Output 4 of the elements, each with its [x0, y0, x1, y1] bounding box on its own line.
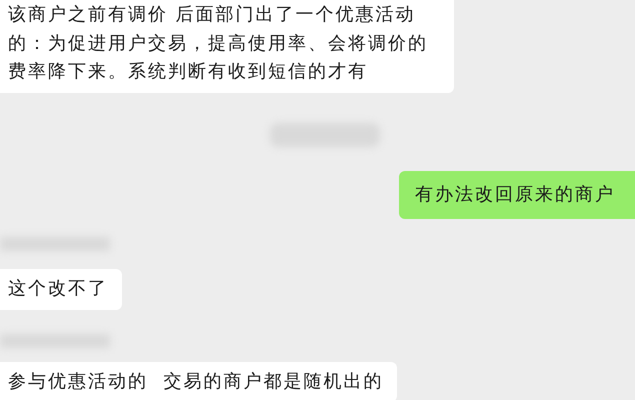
message-bubble: 该商户之前有调价 后面部门出了一个优惠活动的：为促进用户交易，提高使用率、会将调价的费率降下来。系统判断有收到短信的才有: [0, 0, 454, 92]
message-bubble: 参与优惠活动的 交易的商户都是随机出的: [0, 362, 398, 400]
message-bubble: 这个改不了: [0, 269, 122, 310]
message-bubble: 有办法改回原来的商户: [399, 170, 635, 219]
